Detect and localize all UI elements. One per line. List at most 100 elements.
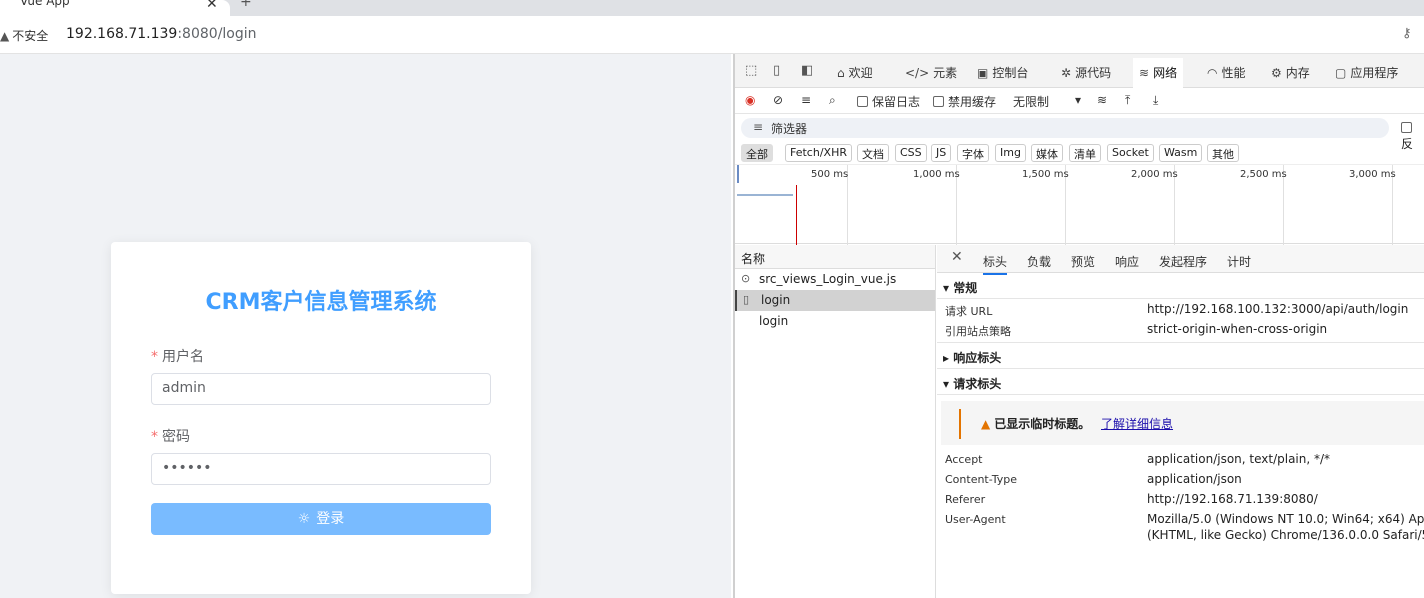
section-general[interactable]: ▾ 常规	[937, 273, 1424, 299]
header-value[interactable]: http://192.168.71.139:8080/	[1147, 492, 1318, 506]
preserve-log-checkbox[interactable]: 保留日志	[857, 93, 920, 110]
header-value[interactable]: Mozilla/5.0 (Windows NT 10.0; Win64; x64…	[1147, 512, 1424, 526]
timeline-tick: 2,500 ms	[1240, 169, 1287, 180]
chip-font[interactable]: 字体	[957, 144, 989, 162]
chip-css[interactable]: CSS	[895, 144, 927, 162]
timeline-bar	[737, 194, 793, 196]
section-request-headers[interactable]: ▾ 请求标头	[937, 369, 1424, 395]
chip-other[interactable]: 其他	[1207, 144, 1239, 162]
tab-payload[interactable]: 负载	[1027, 253, 1051, 270]
header-value[interactable]: application/json, text/plain, */*	[1147, 452, 1330, 466]
username-field[interactable]: admin	[151, 373, 491, 405]
address-bar[interactable]: ▲ 不安全 192.168.71.139:8080/login ⚷	[0, 16, 1424, 54]
column-header-name[interactable]: 名称	[735, 245, 935, 269]
section-title: 响应标头	[953, 351, 1002, 365]
learn-more-link[interactable]: 了解详细信息	[1101, 415, 1173, 432]
preserve-log-label: 保留日志	[872, 95, 921, 109]
export-icon[interactable]: ⤓	[1153, 93, 1158, 108]
tab-headers[interactable]: 标头	[983, 253, 1008, 275]
chip-fetch[interactable]: Fetch/XHR	[785, 144, 852, 162]
page-title: CRM客户信息管理系统	[205, 290, 437, 315]
chip-wasm[interactable]: Wasm	[1159, 144, 1203, 162]
gauge-icon: ◠	[1207, 66, 1218, 80]
username-label: * 用户名	[151, 346, 204, 366]
chip-all[interactable]: 全部	[741, 144, 773, 162]
load-marker	[796, 185, 797, 245]
clear-icon[interactable]: ⊘	[773, 93, 783, 107]
tab-preview[interactable]: 预览	[1071, 253, 1095, 270]
script-icon: ⊙	[741, 272, 751, 285]
required-mark: *	[151, 349, 158, 365]
url-text[interactable]: 192.168.71.139:8080/login	[66, 26, 257, 42]
tab-application[interactable]: ▢ 应用程序	[1335, 64, 1398, 81]
header-key: 引用站点策略	[945, 325, 1011, 338]
inspect-icon[interactable]: ⬚	[745, 63, 757, 78]
tab-label: 应用程序	[1350, 66, 1399, 80]
timeline-tick: 1,500 ms	[1022, 169, 1069, 180]
chip-media[interactable]: 媒体	[1031, 144, 1063, 162]
header-value[interactable]: strict-origin-when-cross-origin	[1147, 322, 1327, 336]
header-row: 引用站点策略 strict-origin-when-cross-origin	[937, 319, 1424, 343]
chip-img[interactable]: Img	[995, 144, 1026, 162]
header-value[interactable]: application/json	[1147, 472, 1242, 486]
search-icon[interactable]: ⌕	[829, 93, 836, 108]
filter-row: ≡ 筛选器 反	[735, 114, 1424, 151]
record-icon[interactable]: ◉	[745, 93, 755, 107]
header-value[interactable]: (KHTML, like Gecko) Chrome/136.0.0.0 Saf…	[1147, 528, 1424, 542]
network-timeline[interactable]: 500 ms 1,000 ms 1,500 ms 2,000 ms 2,500 …	[735, 164, 1424, 245]
tab-console[interactable]: ▣ 控制台	[977, 64, 1028, 81]
tab-welcome[interactable]: ⌂ 欢迎	[837, 64, 873, 81]
section-response-headers[interactable]: ▸ 响应标头	[937, 343, 1424, 369]
request-row[interactable]: login	[735, 311, 935, 332]
timeline-tick: 2,000 ms	[1131, 169, 1178, 180]
security-indicator[interactable]: ▲ 不安全	[0, 27, 48, 44]
app-icon: ▢	[1335, 66, 1347, 80]
tab-elements[interactable]: </> 元素	[905, 64, 957, 81]
tab-timing[interactable]: 计时	[1227, 253, 1251, 270]
header-key: Referer	[945, 493, 986, 506]
chip-doc[interactable]: 文档	[857, 144, 889, 162]
close-icon[interactable]: ✕	[951, 249, 963, 265]
filter-input[interactable]: ≡ 筛选器	[741, 118, 1389, 138]
tab-label: 欢迎	[848, 66, 873, 80]
request-name: login	[761, 293, 791, 307]
chip-js[interactable]: JS	[931, 144, 952, 162]
tab-network[interactable]: ≋ 网络	[1133, 58, 1184, 88]
key-icon[interactable]: ⚷	[1402, 26, 1412, 41]
tab-label: 控制台	[992, 66, 1029, 80]
request-row[interactable]: ▯ login	[735, 290, 935, 311]
import-icon[interactable]: ⤒	[1125, 93, 1130, 108]
network-conditions-icon[interactable]: ≋	[1097, 93, 1107, 107]
tab-response[interactable]: 响应	[1115, 253, 1139, 270]
password-field[interactable]: ••••••	[151, 453, 491, 485]
throttle-select[interactable]: 无限制	[1013, 93, 1049, 110]
tab-performance[interactable]: ◠ 性能	[1207, 64, 1246, 81]
header-row: 请求 URL http://192.168.100.132:3000/api/au…	[937, 299, 1424, 319]
detail-tabbar: ✕ 标头 负载 预览 响应 发起程序 计时	[937, 245, 1424, 275]
header-value[interactable]: http://192.168.100.132:3000/api/auth/log…	[1147, 302, 1408, 316]
close-tab-icon[interactable]: ✕	[206, 0, 218, 12]
disable-cache-checkbox[interactable]: 禁用缓存	[933, 93, 996, 110]
filter-icon[interactable]: ≡	[801, 93, 811, 107]
tab-label: 源代码	[1075, 66, 1112, 80]
chip-manifest[interactable]: 清单	[1069, 144, 1101, 162]
chevron-down-icon[interactable]: ▾	[1075, 93, 1081, 107]
tab-memory[interactable]: ⚙ 内存	[1271, 64, 1310, 81]
tab-initiator[interactable]: 发起程序	[1159, 253, 1207, 270]
new-tab-button[interactable]: +	[240, 0, 252, 10]
dock-icon[interactable]: ◧	[801, 63, 813, 78]
request-row[interactable]: ⊙ src_views_Login_vue.js	[735, 269, 935, 290]
url-path: :8080/login	[177, 26, 257, 42]
tab-sources[interactable]: ✲ 源代码	[1061, 64, 1111, 81]
device-icon[interactable]: ▯	[773, 63, 780, 78]
header-key: Accept	[945, 453, 983, 466]
notice-bar	[959, 409, 961, 439]
chip-socket[interactable]: Socket	[1107, 144, 1154, 162]
section-title: 请求标头	[953, 377, 1002, 391]
request-name: src_views_Login_vue.js	[759, 272, 897, 286]
browser-tab[interactable]: Vue App ✕	[0, 0, 230, 16]
console-icon: ▣	[977, 66, 989, 80]
network-toolbar: ◉ ⊘ ≡ ⌕ 保留日志 禁用缓存 无限制 ▾ ≋ ⤒ ⤓	[735, 88, 1424, 114]
login-button[interactable]: ☼ 登录	[151, 503, 491, 535]
disable-cache-label: 禁用缓存	[948, 95, 997, 109]
